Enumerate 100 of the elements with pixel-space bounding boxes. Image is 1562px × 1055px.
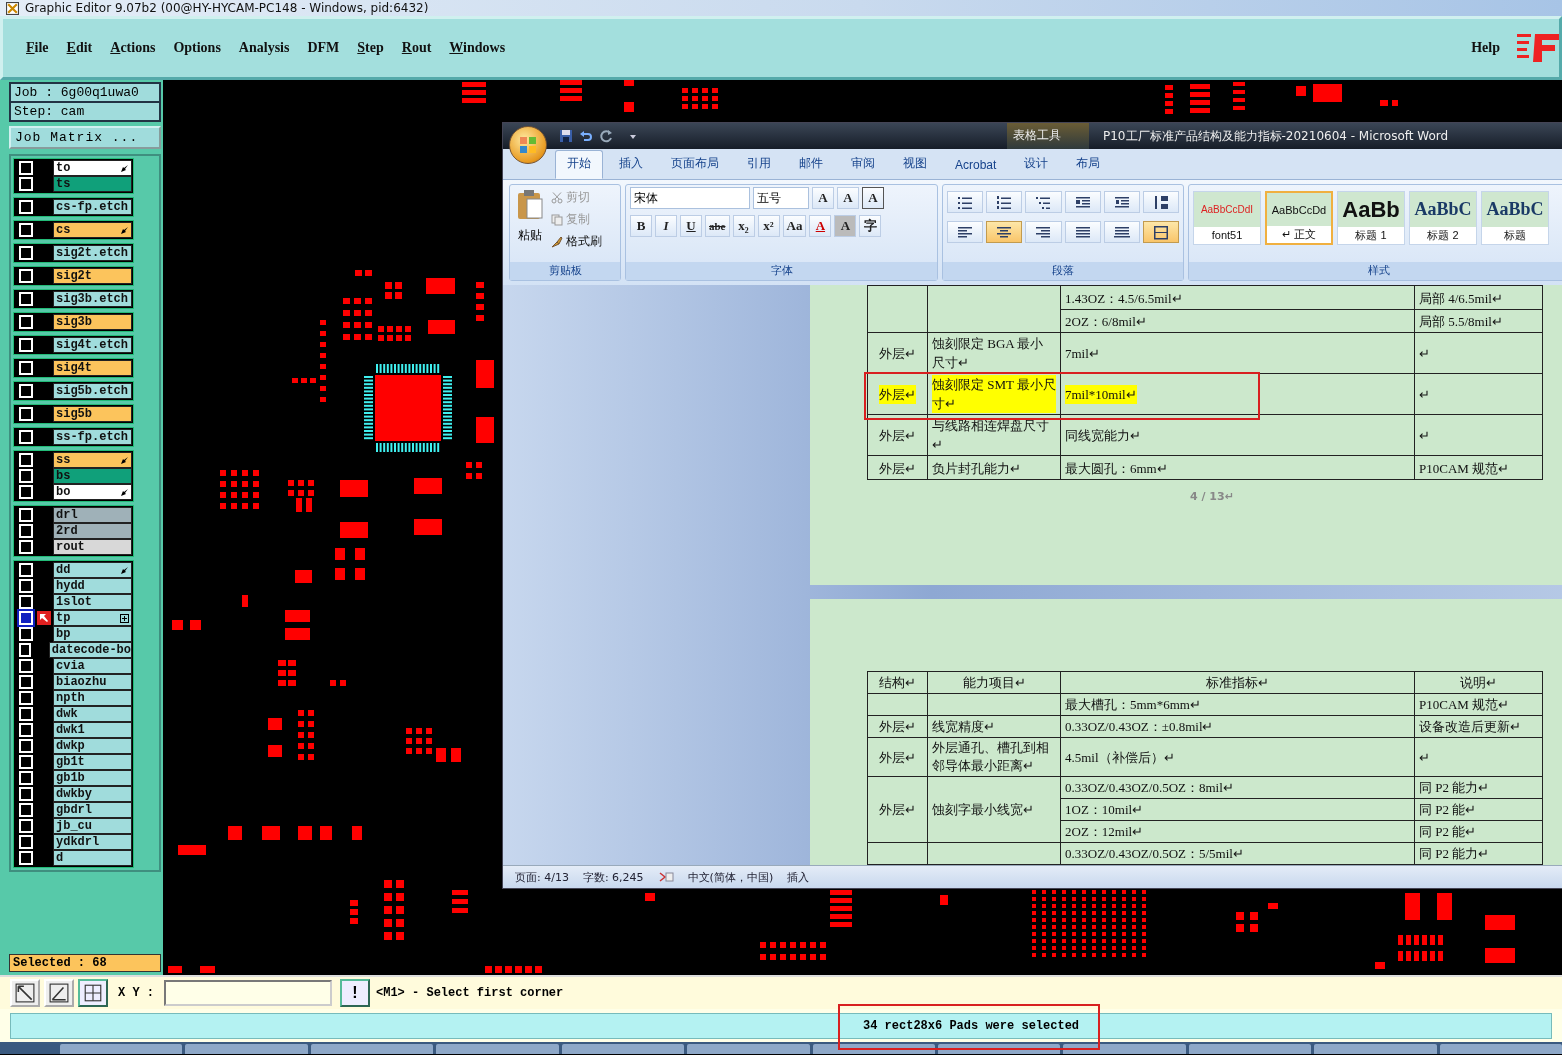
undo-icon[interactable] — [579, 129, 593, 143]
paragraph-button[interactable] — [1025, 221, 1062, 243]
menu-item[interactable]: Edit — [57, 40, 102, 56]
layer-checkbox[interactable] — [19, 755, 33, 769]
layer-checkbox[interactable] — [19, 246, 33, 260]
layer-name[interactable]: 2rd — [53, 523, 132, 539]
layer-checkbox[interactable] — [19, 835, 33, 849]
layer-checkbox[interactable] — [19, 579, 33, 593]
style-swatch[interactable]: AaBbC 标题 — [1481, 191, 1549, 245]
layer-checkbox[interactable] — [19, 508, 33, 522]
layer-checkbox[interactable] — [19, 453, 33, 467]
layer-name[interactable]: sig5b.etch — [53, 383, 132, 399]
layer-checkbox[interactable] — [19, 200, 33, 214]
layer-name[interactable]: bo — [53, 484, 132, 500]
layer-checkbox[interactable] — [19, 223, 33, 237]
expand-icon[interactable] — [120, 614, 129, 623]
font-button[interactable]: I — [655, 215, 677, 237]
menu-item[interactable]: Windows — [440, 40, 515, 56]
layer-checkbox[interactable] — [19, 851, 33, 865]
font-button[interactable]: U — [680, 215, 702, 237]
ribbon-tab[interactable]: Acrobat — [943, 153, 1009, 179]
layer-checkbox[interactable] — [19, 292, 33, 306]
style-swatch[interactable]: AaBbCcDdI font51 — [1193, 191, 1261, 245]
paragraph-button[interactable] — [1025, 191, 1062, 213]
layer-checkbox[interactable] — [19, 563, 33, 577]
layer-name[interactable]: hydd — [53, 578, 132, 594]
layer-name[interactable]: npth — [53, 690, 132, 706]
layer-name[interactable]: 1slot — [53, 594, 132, 610]
layer-name[interactable]: tp — [53, 610, 132, 626]
ribbon-tab[interactable]: 引用 — [735, 150, 783, 179]
layer-name[interactable]: cvia — [53, 658, 132, 674]
layer-name[interactable]: jb_cu — [53, 818, 132, 834]
save-icon[interactable] — [559, 129, 573, 143]
menu-item[interactable]: Options — [164, 40, 230, 56]
layer-checkbox[interactable] — [19, 739, 33, 753]
layer-name[interactable]: drl — [53, 507, 132, 523]
layer-name[interactable]: sig4t — [53, 360, 132, 376]
paragraph-button[interactable] — [1103, 191, 1140, 213]
layer-name[interactable]: ss-fp.etch — [53, 429, 132, 445]
ribbon-tab[interactable]: 设计 — [1012, 150, 1061, 179]
layer-name[interactable]: dwk — [53, 706, 132, 722]
layer-checkbox[interactable] — [19, 524, 33, 538]
layer-checkbox[interactable] — [19, 611, 33, 625]
clipboard-button[interactable]: 格式刷 — [550, 231, 603, 252]
layer-name[interactable]: ss — [53, 452, 132, 468]
font-name-field[interactable]: 宋体 — [630, 187, 750, 209]
font-button[interactable]: x² — [757, 215, 780, 237]
font-button[interactable]: x₂ — [732, 215, 755, 237]
layer-checkbox[interactable] — [19, 803, 33, 817]
layer-name[interactable]: sig2t.etch — [53, 245, 132, 261]
font-button[interactable]: 字 — [859, 215, 882, 237]
layer-checkbox[interactable] — [19, 269, 33, 283]
dropdown-icon[interactable] — [629, 132, 637, 140]
layer-name[interactable]: sig2t — [53, 268, 132, 284]
paste-button[interactable]: 粘贴 — [514, 187, 546, 252]
paragraph-button[interactable] — [947, 191, 984, 213]
menu-item[interactable]: Actions — [101, 40, 165, 56]
ribbon-tab[interactable]: 插入 — [607, 150, 655, 179]
layer-checkbox[interactable] — [19, 540, 33, 554]
layer-name[interactable]: datecode-bo — [48, 642, 132, 658]
layer-checkbox[interactable] — [19, 384, 33, 398]
font-button[interactable]: A — [862, 187, 884, 209]
font-button[interactable]: B — [630, 215, 652, 237]
layer-name[interactable]: to — [53, 160, 132, 176]
layer-checkbox[interactable] — [19, 691, 33, 705]
grid-button[interactable] — [78, 979, 108, 1007]
paragraph-button[interactable] — [986, 221, 1023, 243]
job-matrix-button[interactable]: Job Matrix ... — [9, 126, 161, 149]
layer-checkbox[interactable] — [19, 675, 33, 689]
font-button[interactable]: A — [837, 187, 859, 209]
font-button[interactable]: A — [834, 215, 857, 237]
layer-name[interactable]: biaozhu — [53, 674, 132, 690]
style-swatch[interactable]: AaBbCcDd ↵ 正文 — [1265, 191, 1333, 245]
layer-checkbox[interactable] — [19, 627, 33, 641]
font-button[interactable]: Aa — [782, 215, 807, 237]
coordinate-field[interactable] — [164, 980, 332, 1006]
ribbon-tab[interactable]: 布局 — [1064, 150, 1113, 179]
layer-name[interactable]: rout — [53, 539, 132, 555]
font-size-field[interactable]: 五号 — [753, 187, 809, 209]
paragraph-button[interactable] — [986, 191, 1023, 213]
paragraph-button[interactable] — [1142, 221, 1179, 243]
layer-name[interactable]: cs-fp.etch — [53, 199, 132, 215]
ribbon-tab[interactable]: 邮件 — [787, 150, 835, 179]
ribbon-tab[interactable]: 页面布局 — [659, 150, 731, 179]
paragraph-button[interactable] — [1064, 221, 1101, 243]
status-item[interactable]: 页面: 4/13 — [515, 869, 569, 885]
layer-name[interactable]: gbdrl — [53, 802, 132, 818]
ribbon-tab[interactable]: 审阅 — [839, 150, 887, 179]
menu-item[interactable]: Analysis — [229, 40, 299, 56]
paragraph-button[interactable] — [1103, 221, 1140, 243]
layer-checkbox[interactable] — [19, 787, 33, 801]
menu-item[interactable]: Rout — [392, 40, 441, 56]
layer-checkbox[interactable] — [19, 338, 33, 352]
style-swatch[interactable]: AaBbC 标题 2 — [1409, 191, 1477, 245]
ribbon-tab[interactable]: 视图 — [891, 150, 939, 179]
layer-name[interactable]: sig3b.etch — [53, 291, 132, 307]
layer-checkbox[interactable] — [19, 407, 33, 421]
layer-checkbox[interactable] — [19, 361, 33, 375]
zoom-button[interactable] — [10, 979, 40, 1007]
style-swatch[interactable]: AaBb 标题 1 — [1337, 191, 1405, 245]
